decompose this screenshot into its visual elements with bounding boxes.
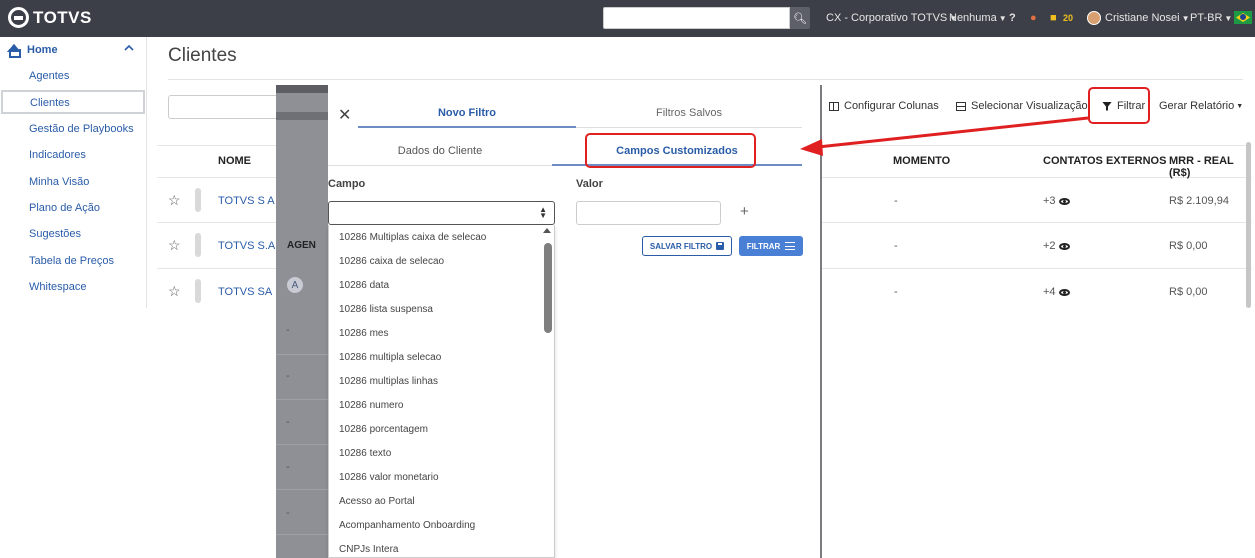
- arrow-shaft: [817, 116, 1089, 149]
- arrow-head-icon: [800, 139, 823, 156]
- annotation-arrow: [800, 116, 1089, 156]
